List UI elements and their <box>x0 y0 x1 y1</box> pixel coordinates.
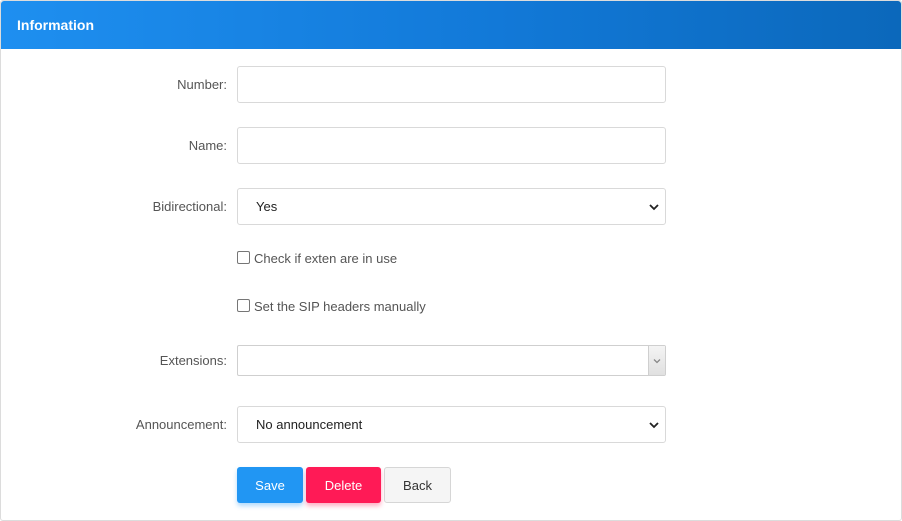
announcement-row: Announcement: No announcement <box>1 406 901 443</box>
panel-title: Information <box>17 17 94 33</box>
check-exten-option[interactable]: Check if exten are in use <box>237 250 398 266</box>
save-button[interactable]: Save <box>237 467 303 503</box>
number-label: Number: <box>177 77 227 92</box>
check-exten-checkbox[interactable] <box>237 250 250 264</box>
announcement-label: Announcement: <box>135 417 227 432</box>
name-label: Name: <box>188 138 227 153</box>
delete-button[interactable]: Delete <box>306 467 381 503</box>
extensions-row: Extensions: <box>1 345 901 376</box>
extensions-select[interactable] <box>237 345 666 376</box>
announcement-value: No announcement <box>256 417 363 432</box>
bidirectional-select[interactable]: Yes <box>237 188 666 225</box>
announcement-select[interactable]: No announcement <box>237 406 666 443</box>
chevron-down-icon <box>649 203 659 210</box>
bidirectional-row: Bidirectional: Yes <box>1 188 901 225</box>
bidirectional-label: Bidirectional: <box>152 199 227 214</box>
number-input[interactable] <box>237 66 666 103</box>
number-row: Number: <box>1 66 901 103</box>
sip-headers-checkbox[interactable] <box>237 298 250 312</box>
check-exten-label: Check if exten are in use <box>254 251 398 266</box>
name-input[interactable] <box>237 127 666 164</box>
panel-header: Information <box>1 1 901 49</box>
back-button[interactable]: Back <box>384 467 451 503</box>
name-row: Name: <box>1 127 901 164</box>
information-panel: Information Number: Name: Bidirectional:… <box>0 0 902 521</box>
button-row: Save Delete Back <box>1 467 901 504</box>
extensions-label: Extensions: <box>159 353 227 368</box>
chevron-down-icon <box>649 421 659 428</box>
sip-headers-option[interactable]: Set the SIP headers manually <box>237 298 426 314</box>
sip-headers-label: Set the SIP headers manually <box>254 299 426 314</box>
chevron-down-icon <box>653 358 661 363</box>
bidirectional-value: Yes <box>256 199 278 214</box>
extensions-dropdown-toggle[interactable] <box>648 346 665 375</box>
